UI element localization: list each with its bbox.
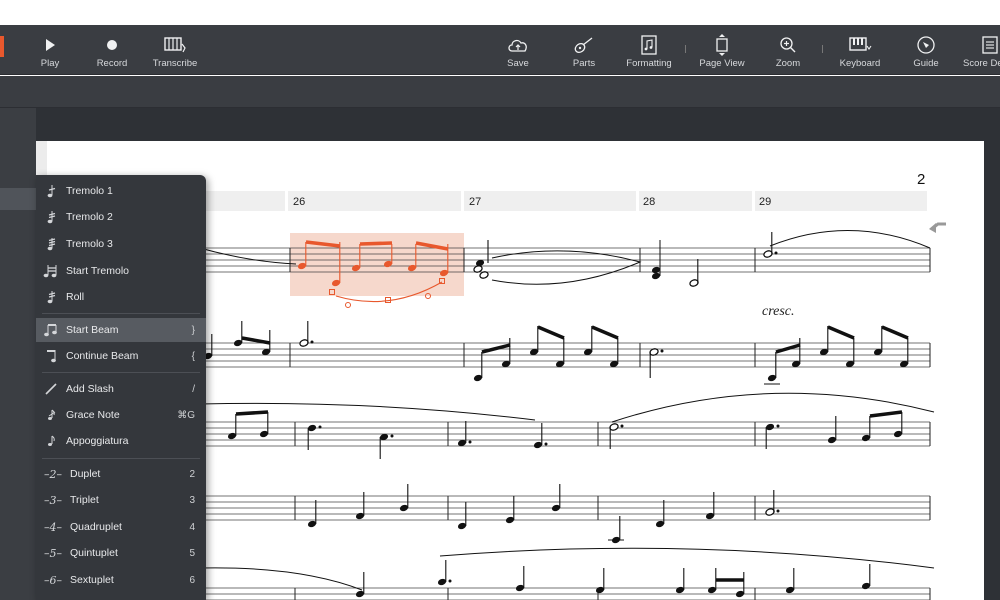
menu-item-label: Continue Beam bbox=[66, 350, 139, 362]
triplet-icon: –3– bbox=[44, 493, 62, 507]
menu-separator bbox=[42, 313, 200, 314]
menu-item-label: Add Slash bbox=[66, 383, 114, 395]
augmentation-dot bbox=[660, 349, 664, 353]
slur bbox=[199, 247, 297, 265]
menu-item-quadruplet[interactable]: –4– Quadruplet 4 bbox=[36, 515, 206, 539]
beam bbox=[481, 343, 511, 354]
menu-item-label: Sextuplet bbox=[70, 574, 114, 586]
menu-item-start-beam[interactable]: Start Beam } bbox=[36, 318, 206, 342]
menu-item-shortcut: 5 bbox=[189, 547, 195, 559]
measure-number-29: 29 bbox=[759, 196, 772, 208]
continue-beam-icon bbox=[36, 349, 66, 363]
menu-item-tremolo-3[interactable]: Tremolo 3 bbox=[36, 232, 206, 256]
menu-item-label: Triplet bbox=[70, 494, 99, 506]
beam bbox=[827, 325, 855, 340]
menu-item-continue-beam[interactable]: Continue Beam { bbox=[36, 344, 206, 368]
slur bbox=[769, 230, 931, 249]
start-tremolo-icon bbox=[36, 264, 66, 278]
menu-item-duplet[interactable]: –2– Duplet 2 bbox=[36, 462, 206, 486]
augmentation-dot bbox=[310, 340, 314, 344]
menu-item-shortcut: } bbox=[191, 324, 195, 336]
beam bbox=[537, 325, 565, 340]
menu-item-label: Start Beam bbox=[66, 324, 119, 336]
menu-item-label: Quadruplet bbox=[70, 521, 122, 533]
duplet-icon: –2– bbox=[44, 467, 62, 481]
augmentation-dot bbox=[776, 424, 780, 428]
menu-separator bbox=[42, 372, 200, 373]
slur bbox=[611, 392, 935, 423]
menu-item-appoggiatura[interactable]: Appoggiatura bbox=[36, 429, 206, 453]
menu-item-label: Appoggiatura bbox=[66, 435, 129, 447]
slur bbox=[439, 547, 935, 569]
augmentation-dot bbox=[390, 434, 394, 438]
menu-item-label: Grace Note bbox=[66, 409, 120, 421]
sextuplet-icon: –6– bbox=[44, 573, 62, 587]
augmentation-dot bbox=[776, 509, 780, 513]
augmentation-dot bbox=[774, 251, 778, 255]
beam bbox=[591, 325, 619, 340]
slur bbox=[199, 567, 363, 591]
menu-item-label: Tremolo 3 bbox=[66, 238, 113, 250]
augmentation-dot bbox=[620, 424, 624, 428]
menu-item-shortcut: { bbox=[191, 350, 195, 362]
menu-separator bbox=[42, 458, 200, 459]
notehead bbox=[651, 272, 661, 280]
menu-item-label: Duplet bbox=[70, 468, 101, 480]
menu-item-shortcut: 3 bbox=[189, 494, 195, 506]
beam bbox=[881, 325, 909, 340]
tremolo-3-icon bbox=[36, 237, 66, 251]
menu-item-shortcut: ⌘G bbox=[177, 409, 195, 421]
measure-number-27: 27 bbox=[469, 196, 482, 208]
measure-number-26: 26 bbox=[293, 196, 306, 208]
menu-item-label: Start Tremolo bbox=[66, 265, 130, 277]
augmentation-dot bbox=[544, 442, 548, 446]
menu-item-label: Roll bbox=[66, 291, 85, 303]
menu-item-tremolo-2[interactable]: Tremolo 2 bbox=[36, 205, 206, 229]
dynamic-marking: cresc. bbox=[762, 304, 795, 319]
menu-item-quintuplet[interactable]: –5– Quintuplet 5 bbox=[36, 541, 206, 565]
roll-icon bbox=[36, 290, 66, 304]
beam bbox=[235, 410, 269, 416]
menu-item-label: Tremolo 2 bbox=[66, 211, 113, 223]
notation-context-menu: Tremolo 1 Tremolo 2 Tremolo 3 Start Trem… bbox=[36, 175, 206, 600]
augmentation-dot bbox=[468, 440, 472, 444]
beam bbox=[869, 410, 903, 418]
augmentation-dot bbox=[318, 425, 322, 429]
menu-item-add-slash[interactable]: Add Slash / bbox=[36, 377, 206, 401]
menu-item-label: Tremolo 1 bbox=[66, 185, 113, 197]
menu-item-label: Quintuplet bbox=[70, 547, 118, 559]
menu-item-shortcut: / bbox=[192, 383, 195, 395]
menu-item-grace-note[interactable]: Grace Note ⌘G bbox=[36, 403, 206, 427]
menu-item-sextuplet[interactable]: –6– Sextuplet 6 bbox=[36, 568, 206, 592]
quintuplet-icon: –5– bbox=[44, 546, 62, 560]
quadruplet-icon: –4– bbox=[44, 520, 62, 534]
tremolo-1-icon bbox=[36, 184, 66, 198]
menu-item-start-tremolo[interactable]: Start Tremolo bbox=[36, 259, 206, 283]
menu-item-triplet[interactable]: –3– Triplet 3 bbox=[36, 488, 206, 512]
menu-item-shortcut: 2 bbox=[189, 468, 195, 480]
measure-number-28: 28 bbox=[643, 196, 656, 208]
tie bbox=[491, 250, 642, 285]
menu-item-shortcut: 6 bbox=[189, 574, 195, 586]
beam bbox=[241, 336, 271, 345]
handle bbox=[345, 302, 351, 308]
menu-item-tremolo-1[interactable]: Tremolo 1 bbox=[36, 179, 206, 203]
slash-icon bbox=[36, 383, 66, 395]
augmentation-dot bbox=[448, 579, 452, 583]
grace-note-icon bbox=[36, 409, 66, 421]
menu-item-shortcut: 4 bbox=[189, 521, 195, 533]
beam bbox=[775, 343, 801, 354]
start-beam-icon bbox=[36, 323, 66, 337]
appoggiatura-icon bbox=[36, 435, 66, 447]
beam bbox=[359, 241, 393, 246]
page-number: 2 bbox=[917, 171, 926, 188]
tremolo-2-icon bbox=[36, 210, 66, 224]
menu-item-roll[interactable]: Roll bbox=[36, 285, 206, 309]
